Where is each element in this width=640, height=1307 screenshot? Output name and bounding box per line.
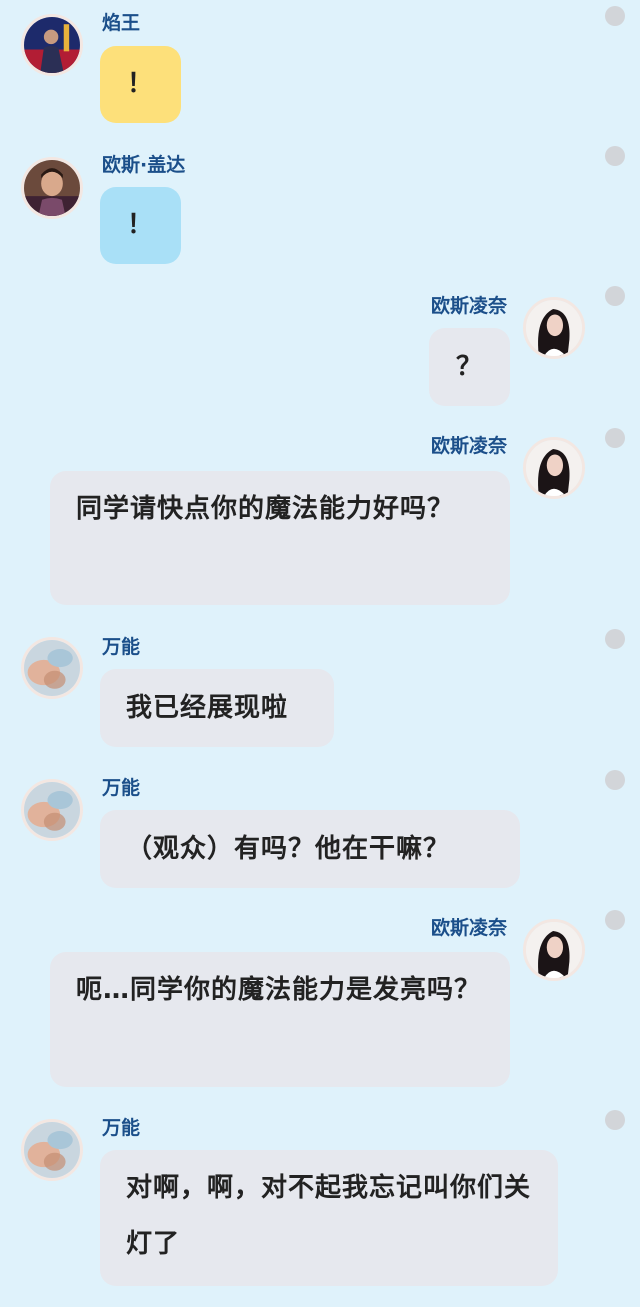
- sender-name: 万能: [102, 636, 141, 658]
- message-bubble[interactable]: ！: [100, 46, 181, 123]
- avatar-woman-icon[interactable]: [523, 919, 585, 981]
- avatar-woman-icon[interactable]: [523, 437, 585, 499]
- message-row: 欧斯凌奈 ？: [0, 280, 640, 420]
- avatar-woman-icon[interactable]: [523, 297, 585, 359]
- select-dot[interactable]: [605, 770, 625, 790]
- select-dot[interactable]: [605, 146, 625, 166]
- sender-name: 欧斯凌奈: [430, 917, 507, 939]
- sender-name: 焰王: [102, 12, 141, 34]
- avatar-hazy-icon[interactable]: [21, 1119, 83, 1181]
- message-row: 欧斯凌奈 同学请快点你的魔法能力好吗？: [0, 420, 640, 620]
- message-bubble[interactable]: ？: [429, 328, 510, 406]
- message-bubble[interactable]: 同学请快点你的魔法能力好吗？: [50, 471, 510, 605]
- sender-name: 万能: [102, 777, 141, 799]
- select-dot[interactable]: [605, 629, 625, 649]
- avatar-hazy-icon[interactable]: [21, 779, 83, 841]
- avatar-hazy-icon[interactable]: [21, 637, 83, 699]
- message-row: 万能 对啊，啊，对不起我忘记叫你们关灯了: [0, 1105, 640, 1307]
- message-bubble[interactable]: 我已经展现啦: [100, 669, 334, 747]
- message-row: 焰王 ！: [0, 0, 640, 140]
- message-row: 万能 我已经展现啦: [0, 620, 640, 765]
- avatar-flame-king-icon[interactable]: [21, 14, 83, 76]
- message-row: 欧斯·盖达 ！: [0, 140, 640, 280]
- select-dot[interactable]: [605, 6, 625, 26]
- message-bubble[interactable]: 呃…同学你的魔法能力是发亮吗？: [50, 952, 510, 1087]
- message-bubble[interactable]: （观众）有吗？他在干嘛？: [100, 810, 520, 888]
- select-dot[interactable]: [605, 910, 625, 930]
- message-bubble[interactable]: 对啊，啊，对不起我忘记叫你们关灯了: [100, 1150, 558, 1286]
- message-row: 万能 （观众）有吗？他在干嘛？: [0, 765, 640, 905]
- select-dot[interactable]: [605, 1110, 625, 1130]
- avatar-man-icon[interactable]: [21, 157, 83, 219]
- message-bubble[interactable]: ！: [100, 187, 181, 264]
- message-row: 欧斯凌奈 呃…同学你的魔法能力是发亮吗？: [0, 905, 640, 1105]
- sender-name: 欧斯凌奈: [430, 295, 507, 317]
- select-dot[interactable]: [605, 428, 625, 448]
- sender-name: 万能: [102, 1117, 141, 1139]
- select-dot[interactable]: [605, 286, 625, 306]
- sender-name: 欧斯·盖达: [102, 154, 186, 176]
- sender-name: 欧斯凌奈: [430, 435, 507, 457]
